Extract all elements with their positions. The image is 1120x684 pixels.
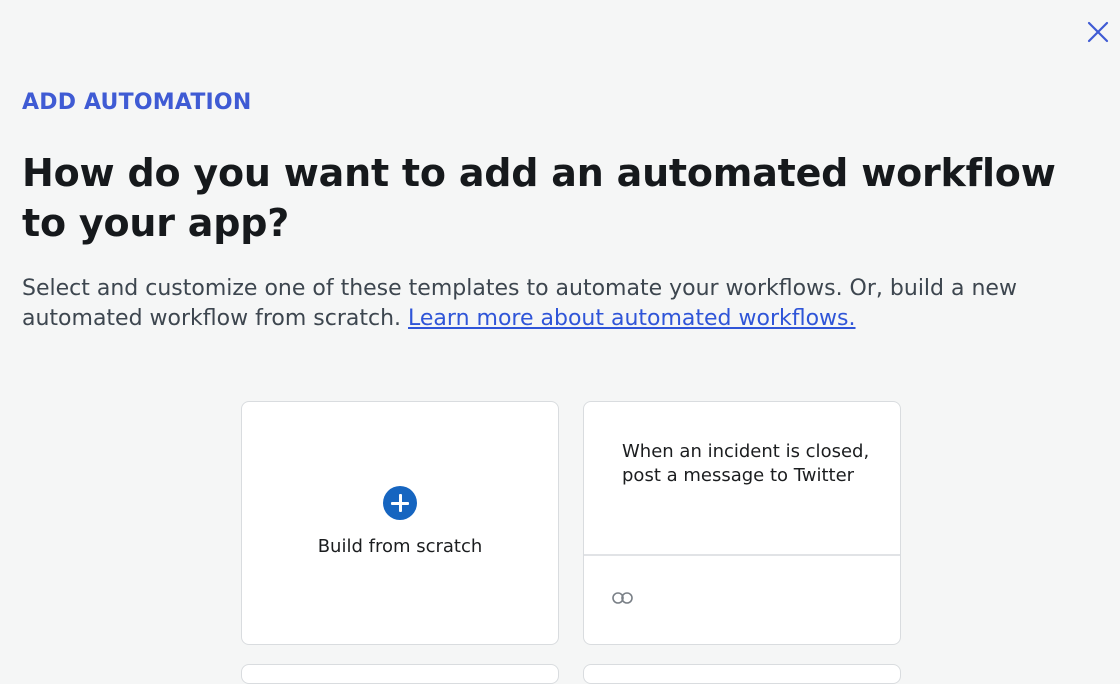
scratch-card-content: Build from scratch <box>242 486 558 557</box>
template-card-title: When an incident is closed, post a messa… <box>622 441 870 486</box>
plus-circle-icon <box>383 486 417 520</box>
template-card-incident-twitter[interactable]: When an incident is closed, post a messa… <box>583 401 901 645</box>
build-from-scratch-card[interactable]: Build from scratch <box>241 401 559 645</box>
template-card-divider <box>584 554 900 556</box>
page-eyebrow: ADD AUTOMATION <box>22 90 252 115</box>
learn-more-link[interactable]: Learn more about automated workflows. <box>408 306 855 331</box>
connector-icon <box>612 592 633 604</box>
page-title: How do you want to add an automated work… <box>22 151 1056 245</box>
close-icon <box>1087 21 1109 43</box>
scratch-card-label: Build from scratch <box>317 536 483 557</box>
next-row-card-2[interactable] <box>583 664 901 684</box>
next-row-card-1[interactable] <box>241 664 559 684</box>
page-description: Select and customize one of these templa… <box>22 274 1082 334</box>
close-button[interactable] <box>1084 18 1112 46</box>
